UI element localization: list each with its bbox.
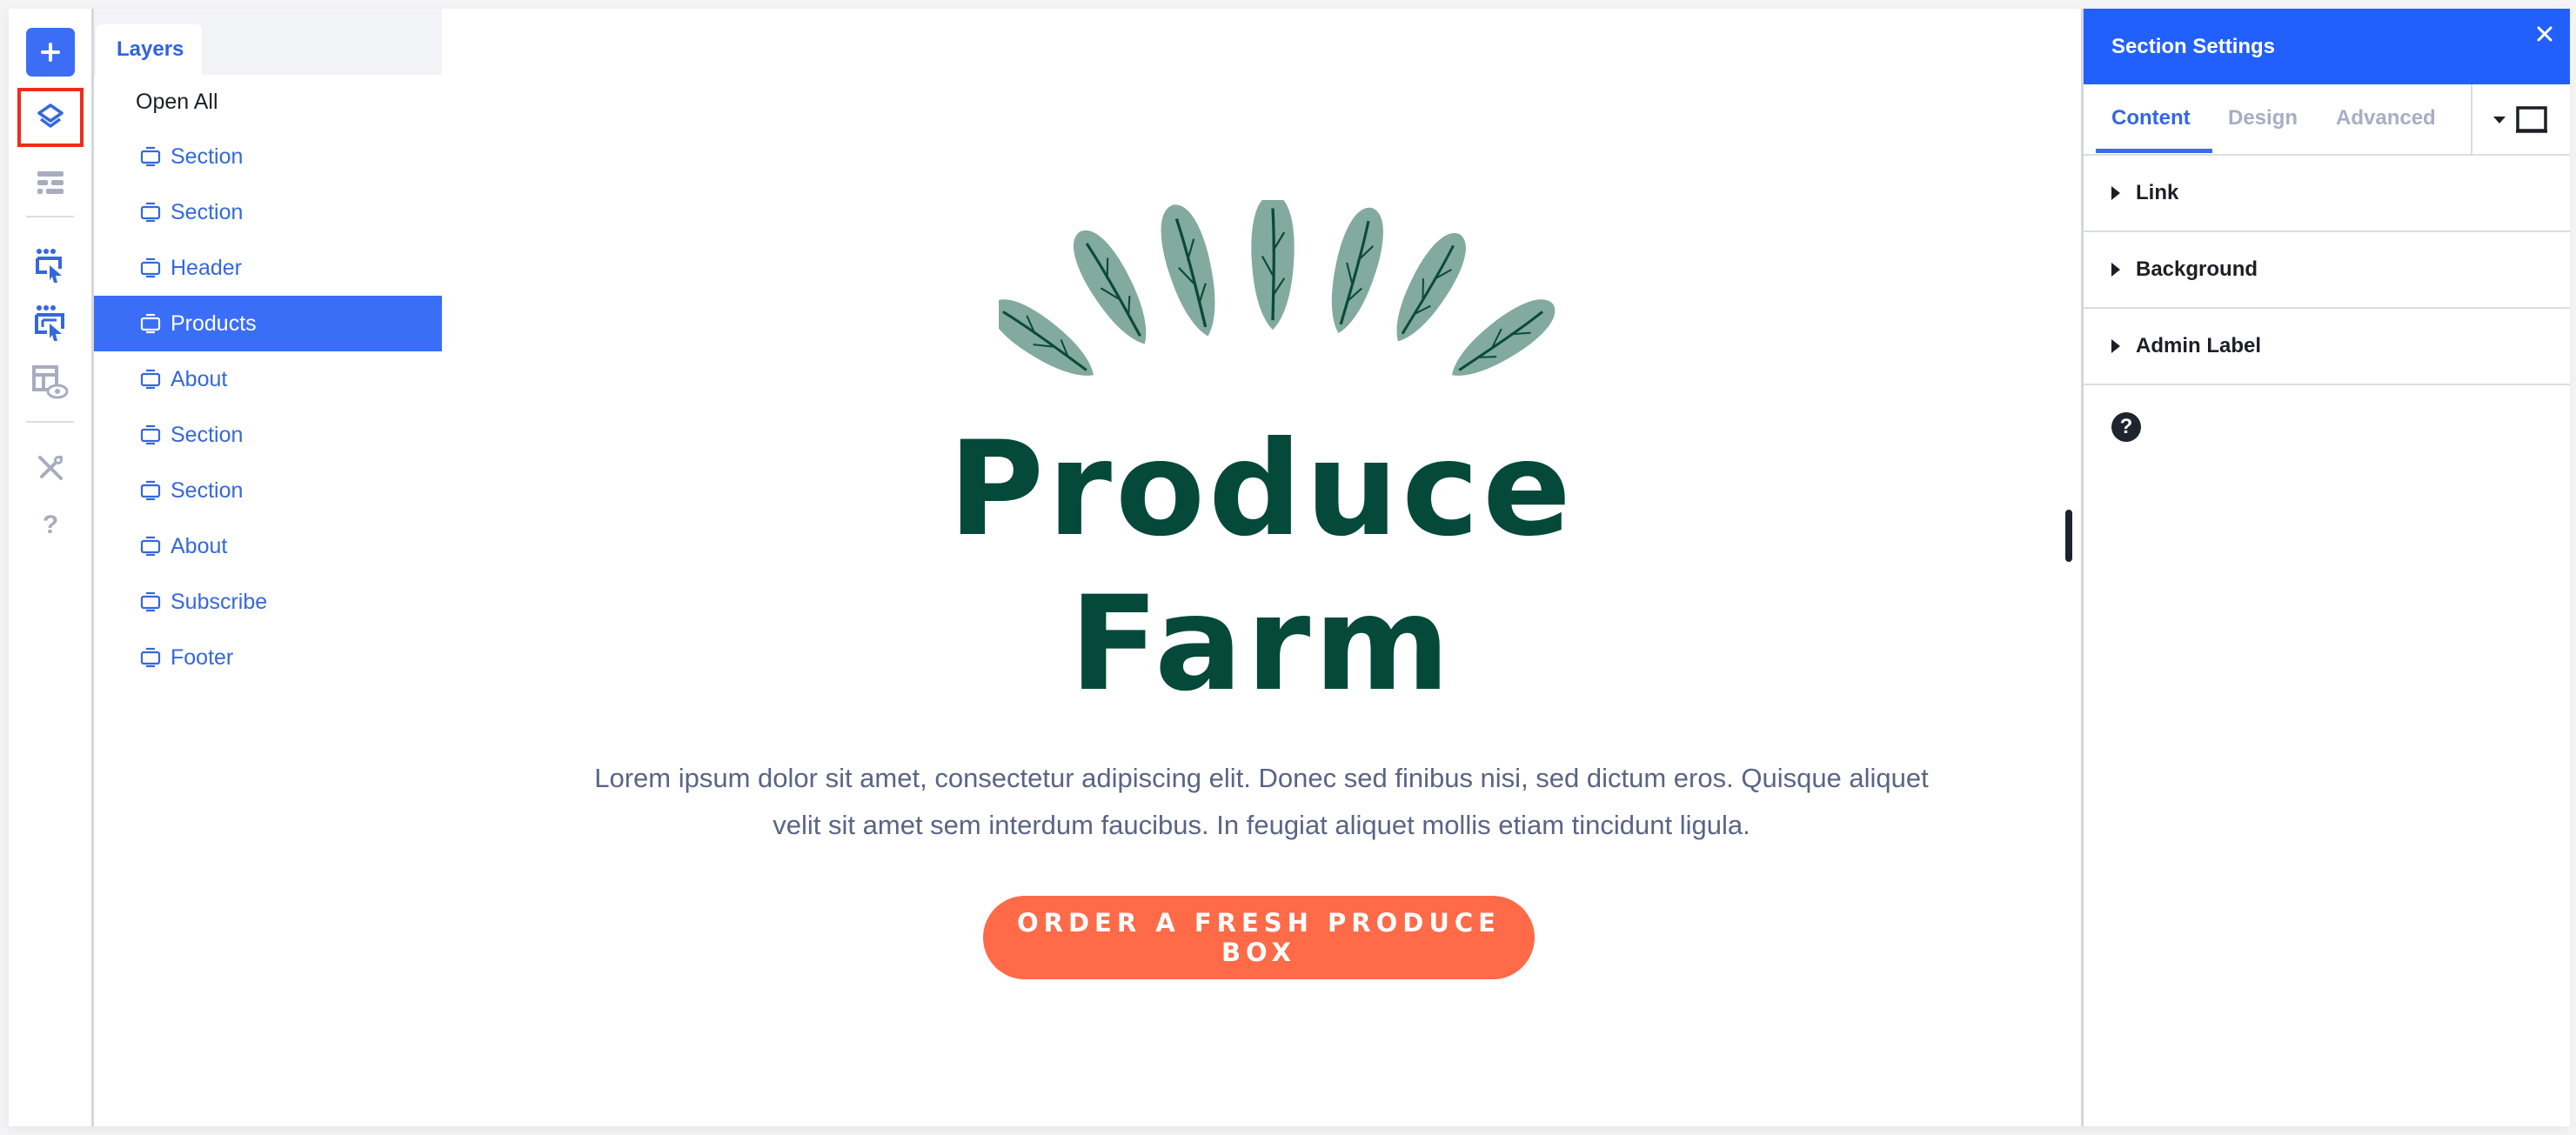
layer-item-products[interactable]: Products xyxy=(94,296,442,351)
section-icon xyxy=(139,312,162,335)
leaf-2 xyxy=(1073,230,1147,344)
select-section-button[interactable] xyxy=(26,299,75,348)
section-icon xyxy=(139,424,162,446)
select-section-icon xyxy=(35,305,64,341)
leaf-7 xyxy=(1452,299,1556,376)
layer-item-label: Subscribe xyxy=(171,589,268,614)
tab-content[interactable]: Content xyxy=(2111,84,2191,152)
leaf-5 xyxy=(1331,207,1383,334)
section-icon xyxy=(139,479,162,502)
desktop-icon xyxy=(2516,106,2547,133)
tabs-divider xyxy=(2471,84,2472,154)
device-dropdown[interactable] xyxy=(2492,106,2553,133)
preview-button[interactable] xyxy=(26,358,75,407)
tools-button[interactable] xyxy=(26,444,75,492)
rail-divider xyxy=(26,421,74,423)
accordion-admin-label[interactable]: Admin Label xyxy=(2084,309,2570,385)
section-icon xyxy=(139,646,162,669)
layer-item-section[interactable]: Section xyxy=(94,407,442,463)
layers-icon xyxy=(37,103,64,128)
page-settings-button[interactable] xyxy=(26,158,75,207)
layer-item-footer[interactable]: Footer xyxy=(94,630,442,685)
layer-item-about[interactable]: About xyxy=(94,518,442,574)
tools-icon xyxy=(38,456,63,480)
layer-list: Section Section Header Products About Section… xyxy=(94,129,442,685)
layers-panel: Layers Open All Section Section Header Prod… xyxy=(94,9,445,1126)
help-icon: ? xyxy=(42,511,59,539)
page-settings-icon xyxy=(37,171,64,194)
layer-item-label: Section xyxy=(171,477,244,503)
leaf-1 xyxy=(999,299,1094,376)
settings-header: Section Settings xyxy=(2084,9,2570,84)
caret-right-icon xyxy=(2111,186,2120,200)
select-element-button[interactable] xyxy=(26,242,75,290)
tab-design[interactable]: Design xyxy=(2228,84,2298,152)
hero-description: Lorem ipsum dolor sit amet, consectetur … xyxy=(594,763,1929,840)
layer-item-section[interactable]: Section xyxy=(94,463,442,518)
leaves-illustration xyxy=(999,200,1556,376)
hero-title-line1: Produce xyxy=(948,414,1575,565)
icon-rail: ? xyxy=(9,9,94,1126)
help-button[interactable]: ? xyxy=(26,501,75,550)
section-icon xyxy=(139,535,162,557)
section-icon xyxy=(139,145,162,168)
open-all-button[interactable]: Open All xyxy=(94,75,442,129)
layers-button[interactable] xyxy=(17,88,84,147)
layer-item-section[interactable]: Section xyxy=(94,184,442,240)
leaf-6 xyxy=(1396,233,1466,342)
layer-item-label: Section xyxy=(171,422,244,447)
order-produce-box-button[interactable]: ORDER A FRESH PRODUCE BOX xyxy=(983,896,1535,979)
section-icon xyxy=(139,591,162,613)
layer-item-about[interactable]: About xyxy=(94,351,442,407)
section-icon xyxy=(139,201,162,224)
layer-item-section[interactable]: Section xyxy=(94,129,442,184)
accordion-link[interactable]: Link xyxy=(2084,156,2570,232)
leaf-4 xyxy=(1251,200,1295,330)
accordion-background[interactable]: Background xyxy=(2084,232,2570,309)
layer-item-label: Section xyxy=(171,144,244,169)
select-element-icon xyxy=(36,249,62,283)
page-canvas: Produce Farm Lorem ipsum dolor sit amet,… xyxy=(442,9,2081,1126)
close-button[interactable] xyxy=(2532,21,2558,47)
app-shell: ? Layers Open All Section Section Header Pr… xyxy=(9,9,2570,1126)
help-icon[interactable]: ? xyxy=(2111,412,2141,442)
layer-item-label: Products xyxy=(171,310,257,336)
layer-item-subscribe[interactable]: Subscribe xyxy=(94,574,442,630)
tab-layers[interactable]: Layers xyxy=(96,24,202,75)
layers-panel-header: Layers xyxy=(94,9,442,75)
layer-item-label: Header xyxy=(171,255,242,280)
section-icon xyxy=(139,368,162,391)
close-icon xyxy=(2537,26,2553,42)
preview-icon xyxy=(32,365,69,399)
layer-item-label: About xyxy=(171,366,228,391)
layer-item-label: Footer xyxy=(171,644,234,670)
rail-divider xyxy=(26,216,74,217)
tab-advanced[interactable]: Advanced xyxy=(2336,84,2436,152)
plus-icon xyxy=(41,43,60,62)
accordion-label: Background xyxy=(2136,257,2258,281)
accordion-label: Admin Label xyxy=(2136,334,2262,357)
caret-right-icon xyxy=(2111,339,2120,353)
leaf-3 xyxy=(1161,204,1215,337)
accordion-label: Link xyxy=(2136,181,2179,204)
caret-right-icon xyxy=(2111,263,2120,277)
layer-item-label: About xyxy=(171,533,228,558)
layer-item-header[interactable]: Header xyxy=(94,240,442,296)
active-tab-indicator xyxy=(2096,149,2212,153)
layer-item-label: Section xyxy=(171,199,244,224)
hero-title-line2: Farm xyxy=(1069,569,1454,720)
settings-title: Section Settings xyxy=(2111,34,2276,58)
settings-accordions: Link Background Admin Label xyxy=(2084,156,2570,385)
caret-down-icon xyxy=(2493,117,2506,124)
canvas-resize-handle[interactable] xyxy=(2065,510,2072,562)
add-button[interactable] xyxy=(26,28,75,77)
settings-tabs: Content Design Advanced xyxy=(2084,84,2570,156)
section-settings-panel: Section Settings Content Design Advanced… xyxy=(2081,9,2570,1126)
section-icon xyxy=(139,257,162,279)
